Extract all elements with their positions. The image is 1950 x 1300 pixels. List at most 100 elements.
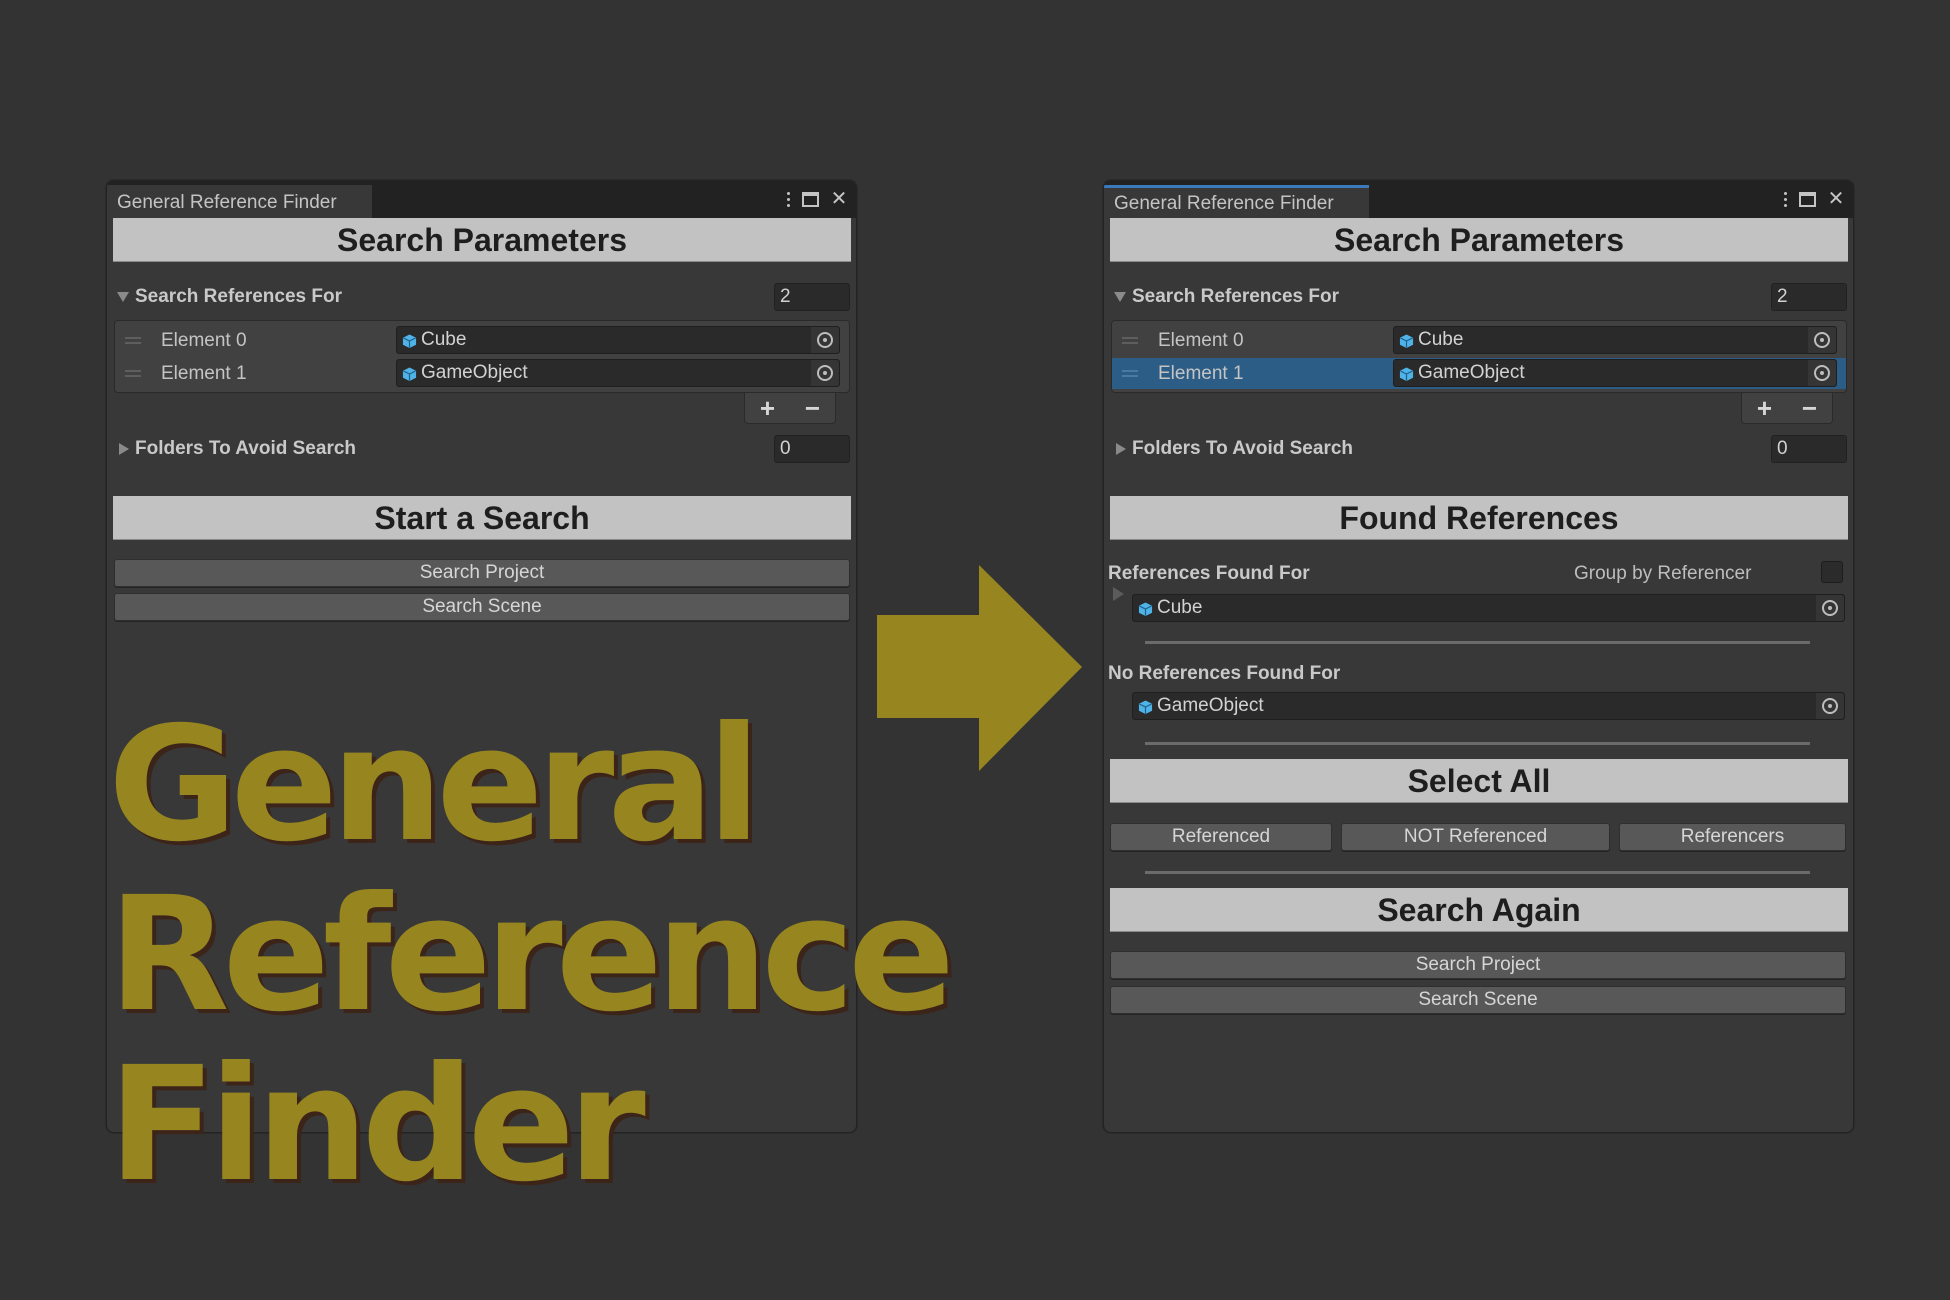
foldout-label: Folders To Avoid Search [1132, 438, 1354, 459]
list-item[interactable]: Element 0 Cube [1112, 325, 1846, 356]
collapsed-triangle-icon [119, 443, 129, 455]
target-icon [1822, 698, 1838, 714]
element-label: Element 1 [1158, 363, 1244, 384]
remove-element-button[interactable]: − [1795, 394, 1825, 422]
close-icon[interactable]: ✕ [830, 187, 848, 211]
maximize-icon [1799, 191, 1816, 207]
target-icon [817, 365, 833, 381]
search-project-button[interactable]: Search Project [1110, 951, 1846, 979]
tab-bar: General Reference Finder ✕ [1104, 181, 1853, 218]
object-picker-button[interactable] [1808, 327, 1836, 353]
no-references-found-label: No References Found For [1108, 663, 1341, 684]
object-picker-button[interactable] [1816, 595, 1844, 621]
folders-count-field[interactable]: 0 [774, 435, 850, 463]
found-object-field[interactable]: Cube [1132, 594, 1845, 622]
object-name: GameObject [1157, 695, 1264, 716]
drag-handle-icon[interactable] [125, 337, 141, 344]
element-label: Element 1 [161, 363, 247, 384]
object-field[interactable]: GameObject [1393, 359, 1837, 387]
object-field[interactable]: Cube [1393, 326, 1837, 354]
references-found-label: References Found For [1108, 563, 1310, 584]
cube-icon [1138, 602, 1153, 617]
group-by-referencer-checkbox[interactable] [1821, 561, 1843, 583]
add-element-button[interactable]: + [753, 394, 783, 422]
search-references-foldout[interactable]: Search References For [1110, 283, 1339, 311]
select-referencers-button[interactable]: Referencers [1619, 823, 1846, 851]
list-item[interactable]: Element 0 Cube [115, 325, 849, 356]
expand-triangle-icon[interactable] [1113, 587, 1124, 601]
object-picker-button[interactable] [1816, 693, 1844, 719]
object-name: GameObject [1418, 362, 1525, 383]
tab-bar: General Reference Finder ✕ [107, 181, 856, 218]
divider [1145, 871, 1810, 874]
found-references-header: Found References [1110, 496, 1848, 540]
kebab-menu-icon[interactable] [1781, 191, 1789, 207]
select-not-referenced-button[interactable]: NOT Referenced [1341, 823, 1610, 851]
window-tab[interactable]: General Reference Finder [1104, 185, 1369, 218]
maximize-button[interactable] [802, 191, 820, 207]
drag-handle-icon[interactable] [1122, 370, 1138, 377]
target-icon [1814, 332, 1830, 348]
foldout-label: Search References For [1132, 286, 1339, 307]
reference-finder-window-after: General Reference Finder ✕ Search Parame… [1103, 180, 1854, 1133]
cube-icon [402, 367, 417, 382]
object-name: GameObject [421, 362, 528, 383]
folders-to-avoid-foldout[interactable]: Folders To Avoid Search [1110, 435, 1353, 463]
search-scene-button[interactable]: Search Scene [1110, 986, 1846, 1014]
object-picker-button[interactable] [1808, 360, 1836, 386]
divider [1145, 742, 1810, 745]
search-parameters-header: Search Parameters [113, 218, 851, 262]
collapsed-triangle-icon [1116, 443, 1126, 455]
kebab-menu-icon[interactable] [784, 191, 792, 207]
group-by-referencer-label: Group by Referencer [1574, 563, 1752, 584]
cube-icon [1399, 334, 1414, 349]
start-search-header: Start a Search [113, 496, 851, 540]
search-references-count-field[interactable]: 2 [1771, 283, 1847, 311]
folders-count-field[interactable]: 0 [1771, 435, 1847, 463]
window-tab[interactable]: General Reference Finder [107, 185, 372, 218]
object-picker-button[interactable] [811, 360, 839, 386]
object-name: Cube [421, 329, 467, 350]
folders-to-avoid-foldout[interactable]: Folders To Avoid Search [113, 435, 356, 463]
remove-element-button[interactable]: − [798, 394, 828, 422]
search-references-list: Element 0 Cube Element 1 GameObject [114, 320, 850, 393]
not-found-object-field[interactable]: GameObject [1132, 692, 1845, 720]
cube-icon [402, 334, 417, 349]
search-project-button[interactable]: Search Project [114, 559, 850, 587]
close-icon[interactable]: ✕ [1827, 187, 1845, 211]
divider [1145, 641, 1810, 644]
search-references-foldout[interactable]: Search References For [113, 283, 342, 311]
list-footer: + − [1741, 393, 1833, 424]
target-icon [1814, 365, 1830, 381]
drag-handle-icon[interactable] [125, 370, 141, 377]
search-parameters-header: Search Parameters [1110, 218, 1848, 262]
add-element-button[interactable]: + [1750, 394, 1780, 422]
element-label: Element 0 [161, 330, 247, 351]
search-references-list: Element 0 Cube Element 1 GameObject [1111, 320, 1847, 393]
search-references-count-field[interactable]: 2 [774, 283, 850, 311]
object-field[interactable]: GameObject [396, 359, 840, 387]
list-item-selected[interactable]: Element 1 GameObject [1112, 358, 1846, 389]
cube-icon [1138, 700, 1153, 715]
object-name: Cube [1418, 329, 1464, 350]
list-item[interactable]: Element 1 GameObject [115, 358, 849, 389]
object-field[interactable]: Cube [396, 326, 840, 354]
drag-handle-icon[interactable] [1122, 337, 1138, 344]
cube-icon [1399, 367, 1414, 382]
select-all-header: Select All [1110, 759, 1848, 803]
maximize-icon [802, 191, 819, 207]
target-icon [817, 332, 833, 348]
element-label: Element 0 [1158, 330, 1244, 351]
foldout-label: Search References For [135, 286, 342, 307]
overlay-title: General Reference Finder [108, 693, 955, 1217]
overlay-title-line-3: Finder [108, 1033, 646, 1217]
select-referenced-button[interactable]: Referenced [1110, 823, 1332, 851]
expanded-triangle-icon [1114, 292, 1126, 302]
list-footer: + − [744, 393, 836, 424]
search-again-header: Search Again [1110, 888, 1848, 932]
search-scene-button[interactable]: Search Scene [114, 593, 850, 621]
overlay-title-line-1: General [108, 693, 761, 877]
object-name: Cube [1157, 597, 1203, 618]
maximize-button[interactable] [1799, 191, 1817, 207]
object-picker-button[interactable] [811, 327, 839, 353]
